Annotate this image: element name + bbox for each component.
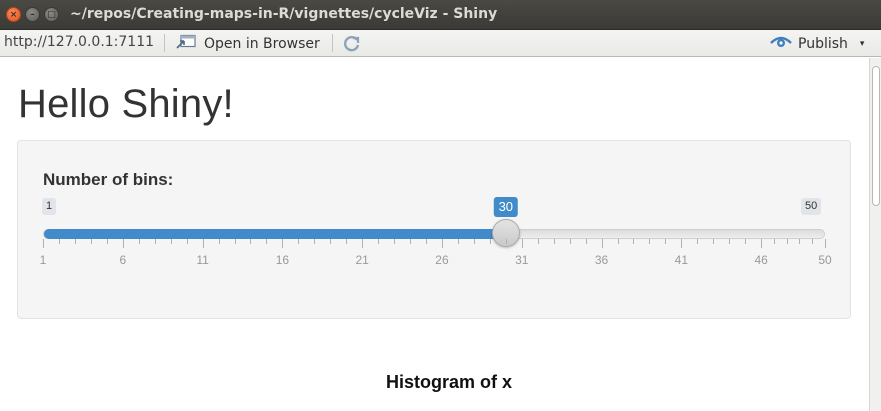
slider-major-tick — [122, 239, 124, 248]
vertical-scrollbar[interactable] — [869, 58, 881, 411]
window-titlebar: × – □ ~/repos/Creating-maps-in-R/vignett… — [0, 0, 881, 30]
slider-major-tick — [441, 239, 443, 248]
slider-minor-tick — [569, 239, 571, 244]
close-window-button[interactable]: × — [6, 7, 21, 22]
slider-minor-tick — [697, 239, 699, 244]
slider-minor-tick — [234, 239, 236, 244]
slider-minor-tick — [250, 239, 252, 244]
slider-minor-tick — [812, 239, 814, 244]
slider-minor-tick — [266, 239, 268, 244]
window-title: ~/repos/Creating-maps-in-R/vignettes/cyc… — [70, 6, 498, 22]
slider-minor-tick — [786, 239, 788, 244]
slider-value-label: 30 — [493, 197, 519, 217]
slider-major-tick — [761, 239, 763, 248]
slider-minor-tick — [665, 239, 667, 244]
slider-min-label: 1 — [42, 198, 57, 215]
url-display: http://127.0.0.1:7111 — [4, 34, 155, 50]
slider-label: Number of bins: — [43, 170, 174, 189]
slider-major-tick — [282, 239, 284, 248]
browser-window-icon — [176, 34, 198, 54]
app-viewport: Hello Shiny! Number of bins: 1 50 30 161… — [0, 58, 869, 411]
slider-tick-label: 1 — [39, 253, 47, 267]
slider-minor-tick — [314, 239, 316, 244]
open-in-browser-label: Open in Browser — [204, 35, 320, 52]
slider-tick-label: 46 — [754, 253, 768, 267]
slider-tick-label: 16 — [275, 253, 290, 267]
slider-major-tick — [202, 239, 204, 248]
refresh-icon — [342, 35, 362, 58]
minimize-window-button[interactable]: – — [25, 7, 40, 22]
slider-minor-tick — [713, 239, 715, 244]
slider-minor-tick — [585, 239, 587, 244]
chevron-down-icon[interactable]: ▾ — [860, 39, 865, 49]
toolbar-divider — [164, 34, 165, 52]
slider-minor-tick — [186, 239, 188, 244]
slider-major-tick — [362, 239, 364, 248]
slider-tick-label: 31 — [515, 253, 529, 267]
slider-minor-tick — [138, 239, 140, 244]
scrollbar-thumb[interactable] — [872, 66, 880, 206]
slider-minor-tick — [473, 239, 475, 244]
slider-tick-label: 11 — [196, 253, 209, 267]
slider-minor-tick — [649, 239, 651, 244]
slider-tick-label: 50 — [818, 253, 832, 267]
slider-major-tick — [43, 239, 44, 248]
slider-minor-tick — [106, 239, 108, 244]
open-in-browser-button[interactable]: Open in Browser — [176, 33, 320, 54]
page-title: Hello Shiny! — [18, 82, 234, 126]
slider-track[interactable] — [43, 229, 825, 239]
publish-label: Publish — [798, 35, 848, 52]
slider-major-tick — [825, 239, 826, 248]
slider-minor-tick — [330, 239, 332, 244]
slider-minor-tick — [218, 239, 220, 244]
toolbar-divider — [332, 34, 333, 52]
publish-icon — [770, 34, 792, 54]
slider-minor-tick — [154, 239, 156, 244]
slider-tick-label: 21 — [355, 253, 369, 267]
slider-minor-tick — [633, 239, 635, 244]
slider-tick-label: 41 — [674, 253, 689, 267]
slider-minor-tick — [378, 239, 380, 244]
slider-major-tick — [681, 239, 683, 248]
slider-minor-tick — [537, 239, 539, 244]
maximize-window-button[interactable]: □ — [44, 7, 59, 22]
slider-minor-tick — [298, 239, 300, 244]
histogram-title: Histogram of x — [386, 372, 513, 392]
slider-minor-tick — [617, 239, 619, 244]
slider-major-tick — [521, 239, 523, 248]
slider-minor-tick — [410, 239, 412, 244]
slider-minor-tick — [58, 239, 60, 244]
slider-minor-tick — [394, 239, 396, 244]
slider-minor-tick — [745, 239, 747, 244]
slider-tick-label: 6 — [119, 253, 127, 267]
slider-minor-tick — [346, 239, 348, 244]
slider-minor-tick — [553, 239, 555, 244]
refresh-button[interactable] — [342, 34, 362, 54]
sidebar-panel: Number of bins: 1 50 30 1 6 11 16 21 26 31 36 41… — [17, 140, 851, 319]
slider-tick-label: 26 — [435, 253, 449, 267]
slider-minor-tick — [489, 239, 491, 244]
slider-tick-axis: 1 6 11 16 21 26 31 36 41 46 50 — [39, 239, 832, 279]
slider-tick-label: 36 — [594, 253, 609, 267]
slider-minor-tick — [90, 239, 92, 244]
slider-minor-tick — [426, 239, 428, 244]
publish-button[interactable]: Publish ▾ — [770, 33, 864, 54]
slider-minor-tick — [505, 239, 507, 244]
slider-filled-bar — [44, 229, 507, 239]
slider-minor-tick — [170, 239, 172, 244]
slider-major-tick — [601, 239, 603, 248]
viewer-toolbar: http://127.0.0.1:7111 Open in Browser Pu… — [0, 30, 881, 57]
slider-minor-tick — [773, 239, 775, 244]
slider-minor-tick — [74, 239, 76, 244]
slider-minor-tick — [729, 239, 731, 244]
slider-minor-tick — [799, 239, 801, 244]
slider-max-label: 50 — [801, 198, 822, 215]
slider-minor-tick — [457, 239, 459, 244]
